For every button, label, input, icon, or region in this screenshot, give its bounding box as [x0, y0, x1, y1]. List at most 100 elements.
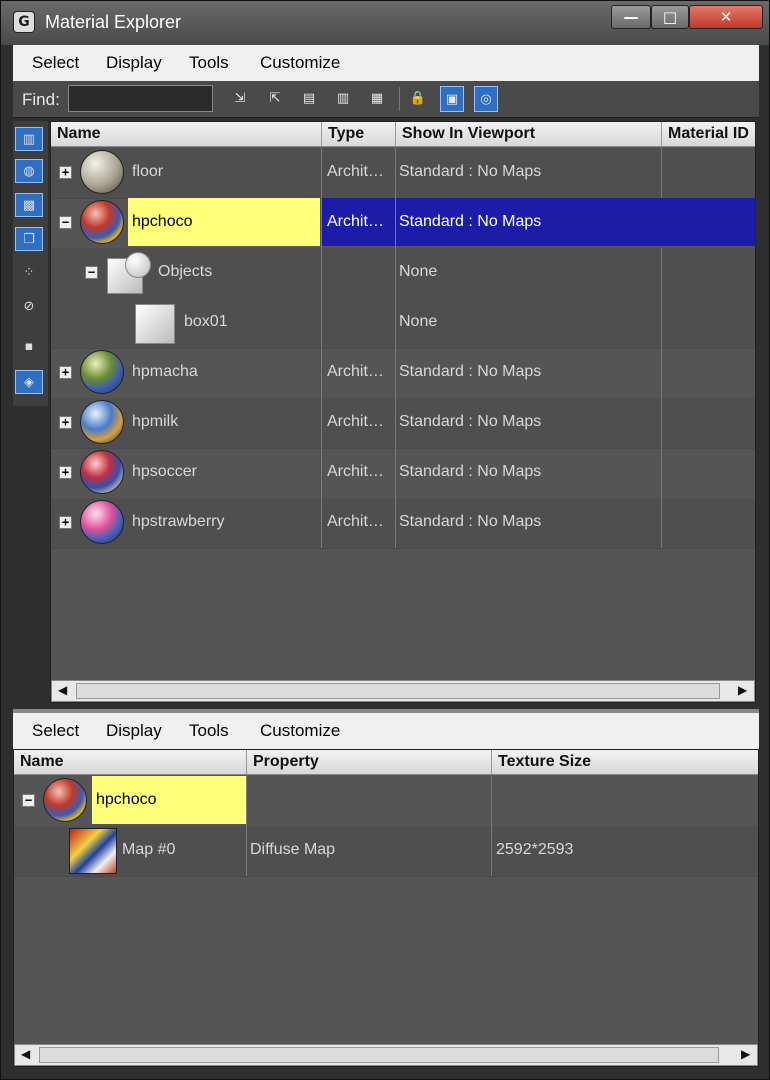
scroll-right-icon[interactable]: ▶ — [741, 1047, 750, 1061]
lock-icon[interactable]: 🔒 — [406, 86, 430, 112]
material-viewport: Standard : No Maps — [399, 213, 542, 230]
display-objects-icon[interactable]: ❒ — [15, 227, 43, 251]
sync-selection-icon[interactable]: ▣ — [440, 86, 464, 112]
select-children-icon[interactable]: ▥ — [331, 86, 355, 112]
close-button[interactable]: ✕ — [689, 5, 763, 29]
map-name: Map #0 — [122, 841, 176, 858]
detail-menu-select[interactable]: Select — [32, 721, 79, 741]
scroll-left-icon[interactable]: ◀ — [58, 683, 67, 697]
table-row[interactable]: − Objects None — [51, 248, 755, 299]
select-none-icon[interactable]: ⇱ — [263, 86, 287, 112]
expand-icon[interactable]: + — [59, 366, 72, 379]
find-label: Find: — [22, 90, 60, 109]
window-title: Material Explorer — [45, 12, 182, 32]
display-all-icon[interactable]: ◈ — [15, 370, 43, 394]
object-name: box01 — [184, 313, 228, 330]
expand-icon[interactable]: + — [59, 416, 72, 429]
table-row[interactable]: Map #0 Diffuse Map 2592*2593 — [14, 826, 758, 877]
column-header-show-in-viewport[interactable]: Show In Viewport — [402, 125, 535, 143]
material-viewport: None — [399, 263, 438, 280]
table-row[interactable]: + hpsoccer Archit… Standard : No Maps — [51, 448, 755, 499]
material-sphere-icon — [80, 450, 124, 494]
app-logo-icon[interactable]: G — [13, 11, 35, 33]
objects-sphere-icon — [125, 252, 151, 278]
toolbar-separator — [399, 87, 400, 111]
material-explorer-window: G Material Explorer — □ ✕ Select Display… — [0, 0, 770, 1080]
material-sphere-icon — [80, 200, 124, 244]
material-viewport: Standard : No Maps — [399, 513, 542, 530]
texture-thumbnail-icon — [69, 828, 117, 874]
table-row[interactable]: − hpchoco Archit… Standard : No Maps — [51, 198, 755, 249]
materials-grid-header: Name Type Show In Viewport Material ID — [51, 122, 755, 147]
collapse-icon[interactable]: − — [22, 794, 35, 807]
detail-menu-tools[interactable]: Tools — [189, 721, 229, 741]
detail-grid: Name Property Texture Size − hpchoco Map… — [13, 749, 759, 1067]
horizontal-scrollbar[interactable]: ◀ ▶ — [14, 1044, 758, 1066]
table-row[interactable]: + hpstrawberry Archit… Standard : No Map… — [51, 498, 755, 549]
scroll-right-icon[interactable]: ▶ — [738, 683, 747, 697]
material-sync-icon[interactable]: ◎ — [474, 86, 498, 112]
table-row[interactable]: − hpchoco — [14, 776, 758, 827]
toolbar: Find: ⇲ ⇱ ▤ ▥ ▦ 🔒 ▣ ◎ — [13, 81, 759, 118]
display-unused-maps-icon[interactable]: ⊘ — [15, 295, 43, 319]
table-row[interactable]: box01 None — [51, 298, 755, 349]
material-sphere-icon — [80, 350, 124, 394]
display-maps-icon[interactable]: ▩ — [15, 193, 43, 217]
display-used-materials-icon[interactable]: ▪ — [15, 335, 43, 359]
expand-icon[interactable]: + — [59, 466, 72, 479]
find-input[interactable] — [68, 85, 213, 112]
column-header-material-id[interactable]: Material ID — [668, 125, 749, 143]
select-invert-icon[interactable]: ▤ — [297, 86, 321, 112]
column-header-name[interactable]: Name — [20, 753, 64, 771]
material-viewport: Standard : No Maps — [399, 463, 542, 480]
material-type: Archit… — [327, 213, 384, 230]
table-row[interactable]: + hpmacha Archit… Standard : No Maps — [51, 348, 755, 399]
select-all-icon[interactable]: ⇲ — [228, 86, 252, 112]
scrollbar-thumb[interactable] — [39, 1047, 719, 1063]
column-header-texture-size[interactable]: Texture Size — [498, 753, 591, 771]
detail-menu-customize[interactable]: Customize — [260, 721, 340, 741]
collapse-icon[interactable]: − — [85, 266, 98, 279]
menu-tools[interactable]: Tools — [189, 53, 229, 73]
table-row[interactable]: + hpmilk Archit… Standard : No Maps — [51, 398, 755, 449]
column-header-property[interactable]: Property — [253, 753, 319, 771]
display-sub-materials-icon[interactable]: ⁘ — [15, 261, 43, 285]
column-header-type[interactable]: Type — [328, 125, 364, 143]
display-materials-icon[interactable]: ◍ — [15, 159, 43, 183]
menu-customize[interactable]: Customize — [260, 53, 340, 73]
menu-select[interactable]: Select — [32, 53, 79, 73]
title-bar[interactable]: G Material Explorer — □ ✕ — [1, 1, 769, 45]
property-value: Diffuse Map — [250, 841, 336, 858]
material-type: Archit… — [327, 363, 384, 380]
horizontal-scrollbar[interactable]: ◀ ▶ — [51, 680, 755, 702]
material-viewport: Standard : No Maps — [399, 413, 542, 430]
select-dependents-icon[interactable]: ▦ — [365, 86, 389, 112]
menu-display[interactable]: Display — [106, 53, 162, 73]
scrollbar-thumb[interactable] — [76, 683, 720, 699]
material-type: Archit… — [327, 513, 384, 530]
material-name: hpmilk — [132, 413, 179, 430]
material-name: hpsoccer — [132, 463, 197, 480]
minimize-button[interactable]: — — [611, 5, 651, 29]
display-filter-toolbar: ▥ ◍ ▩ ❒ ⁘ ⊘ ▪ ◈ — [13, 121, 48, 406]
material-name: hpstrawberry — [132, 513, 225, 530]
material-viewport: Standard : No Maps — [399, 163, 542, 180]
detail-menu-bar: Select Display Tools Customize — [13, 713, 759, 749]
detail-menu-display[interactable]: Display — [106, 721, 162, 741]
table-row[interactable]: + floor Archit… Standard : No Maps — [51, 148, 755, 199]
expand-icon[interactable]: + — [59, 166, 72, 179]
texture-size-value: 2592*2593 — [496, 841, 574, 858]
material-viewport: None — [399, 313, 438, 330]
display-columns-icon[interactable]: ▥ — [15, 127, 43, 151]
expand-icon[interactable]: + — [59, 516, 72, 529]
material-type: Archit… — [327, 163, 384, 180]
box-object-icon — [135, 304, 175, 344]
material-viewport: Standard : No Maps — [399, 363, 542, 380]
maximize-button[interactable]: □ — [651, 5, 689, 29]
material-type: Archit… — [327, 463, 384, 480]
column-header-name[interactable]: Name — [57, 125, 101, 143]
scroll-left-icon[interactable]: ◀ — [21, 1047, 30, 1061]
material-sphere-icon — [80, 500, 124, 544]
material-type: Archit… — [327, 413, 384, 430]
collapse-icon[interactable]: − — [59, 216, 72, 229]
